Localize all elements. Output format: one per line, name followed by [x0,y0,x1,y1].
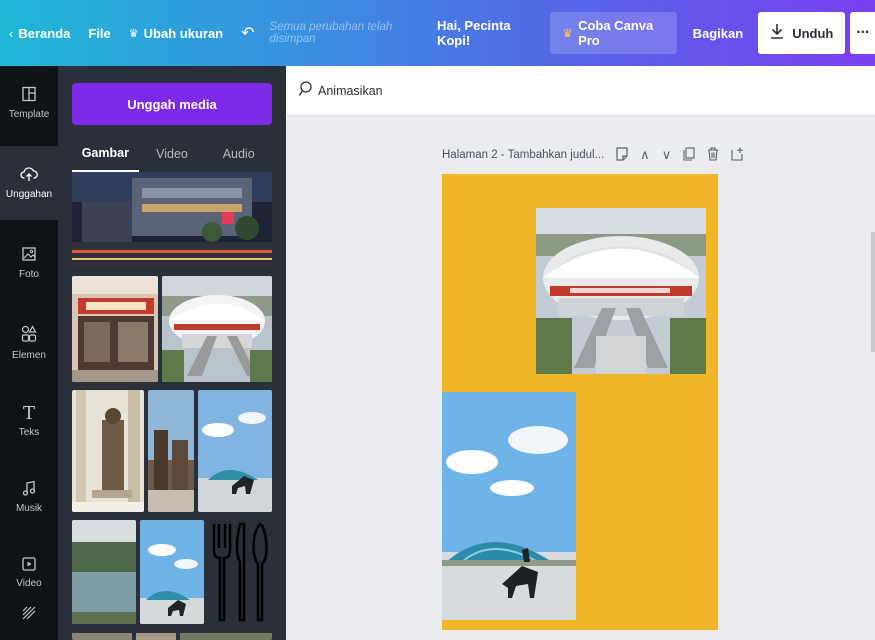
share-label: Bagikan [692,25,744,41]
left-rail: Template Unggahan Foto Elemen T Teks Mus… [0,66,58,640]
rail-item-template[interactable]: Template [0,66,58,140]
rail-item-elements[interactable]: Elemen [0,306,58,380]
tab-video[interactable]: Video [139,136,206,172]
resize-button[interactable]: ♛ Ubah ukuran [120,0,232,66]
page-title[interactable]: Halaman 2 - Tambahkan judul... [442,149,604,161]
download-icon [770,23,784,43]
trash-icon[interactable] [707,146,719,164]
tab-images[interactable]: Gambar [72,136,139,172]
home-label: Beranda [18,25,71,41]
chevron-left-icon: ‹ [9,25,14,41]
music-icon [22,480,36,499]
upload-media-button[interactable]: Unggah media [72,83,272,125]
rail-label: Template [8,109,50,120]
scroll-edge[interactable] [871,232,875,352]
duplicate-icon[interactable] [683,146,695,164]
upload-thumbnail-statue-interior[interactable] [72,390,144,512]
resize-label: Ubah ukuran [143,25,224,41]
undo-button[interactable]: ↶ [232,0,263,66]
more-options-button[interactable]: ··· [850,12,875,54]
chevron-up-icon[interactable]: ∧ [640,147,650,163]
home-button[interactable]: ‹ Beranda [0,0,79,66]
upload-thumbnail-horse-statue[interactable] [148,390,194,512]
rail-item-text[interactable]: T Teks [0,384,58,458]
animate-label: Animasikan [318,83,383,98]
page-header: Halaman 2 - Tambahkan judul... ∧ ∨ [442,144,744,166]
template-icon [21,86,37,105]
text-icon: T [22,402,35,424]
upload-thumbnail-velodrome-sky[interactable] [140,520,204,624]
rail-label: Musik [15,503,43,514]
upload-thumbnail-row-partial[interactable] [72,630,272,640]
upload-thumbnail-cutlery[interactable] [208,520,272,624]
rail-item-video[interactable]: Video [0,536,58,610]
stadium-photo[interactable] [536,208,706,374]
add-page-icon[interactable] [731,147,744,164]
rail-item-music[interactable]: Musik [0,460,58,534]
media-tabs: Gambar Video Audio [72,136,272,172]
more-icon: ··· [856,24,870,41]
pattern-icon [22,606,36,623]
editor-toolbar: Animasikan [286,66,875,116]
greeting: Hai, Pecinta Kopi! [436,18,511,48]
uploads-panel: Unggah media Gambar Video Audio [58,66,286,640]
share-button[interactable]: Bagikan [683,12,754,54]
file-label: File [88,25,111,41]
top-bar: ‹ Beranda File ♛ Ubah ukuran ↶ Semua per… [0,0,875,66]
animate-icon [298,81,312,100]
crown-icon: ♛ [562,26,574,40]
rail-item-photos[interactable]: Foto [0,226,58,300]
upload-thumbnail-velodrome-horse[interactable] [198,390,272,512]
design-page[interactable] [442,174,718,630]
photo-icon [21,246,37,265]
save-status: Semua perubahan telah disimpan [269,21,393,45]
rail-label: Unggahan [5,189,53,200]
file-menu[interactable]: File [79,0,119,66]
try-pro-label: Coba Canva Pro [578,18,654,48]
rail-label: Video [16,578,42,589]
upload-thumbnail-mall-night[interactable] [72,172,272,268]
rail-label: Foto [18,269,39,280]
animate-button[interactable]: Animasikan [298,81,383,100]
upload-cloud-icon [20,166,38,185]
try-pro-button[interactable]: ♛ Coba Canva Pro [550,12,677,54]
download-button[interactable]: Unduh [758,12,846,54]
rail-item-background[interactable] [0,606,58,640]
rail-label: Teks [18,426,40,438]
tab-audio[interactable]: Audio [205,136,272,172]
upload-thumbnail-storefront[interactable] [72,276,158,382]
rail-item-uploads[interactable]: Unggahan [0,146,58,220]
undo-icon: ↶ [241,25,255,42]
chevron-down-icon[interactable]: ∨ [662,147,672,163]
crown-icon: ♛ [128,27,139,40]
rail-label: Elemen [12,350,46,361]
upload-thumbnail-pond[interactable] [72,520,136,624]
upload-thumbnail-stadium[interactable] [162,276,272,382]
video-icon [22,557,36,574]
shapes-icon [21,325,37,346]
download-label: Unduh [792,25,834,41]
note-icon[interactable] [616,146,628,164]
velodrome-horse-photo[interactable] [442,392,576,620]
